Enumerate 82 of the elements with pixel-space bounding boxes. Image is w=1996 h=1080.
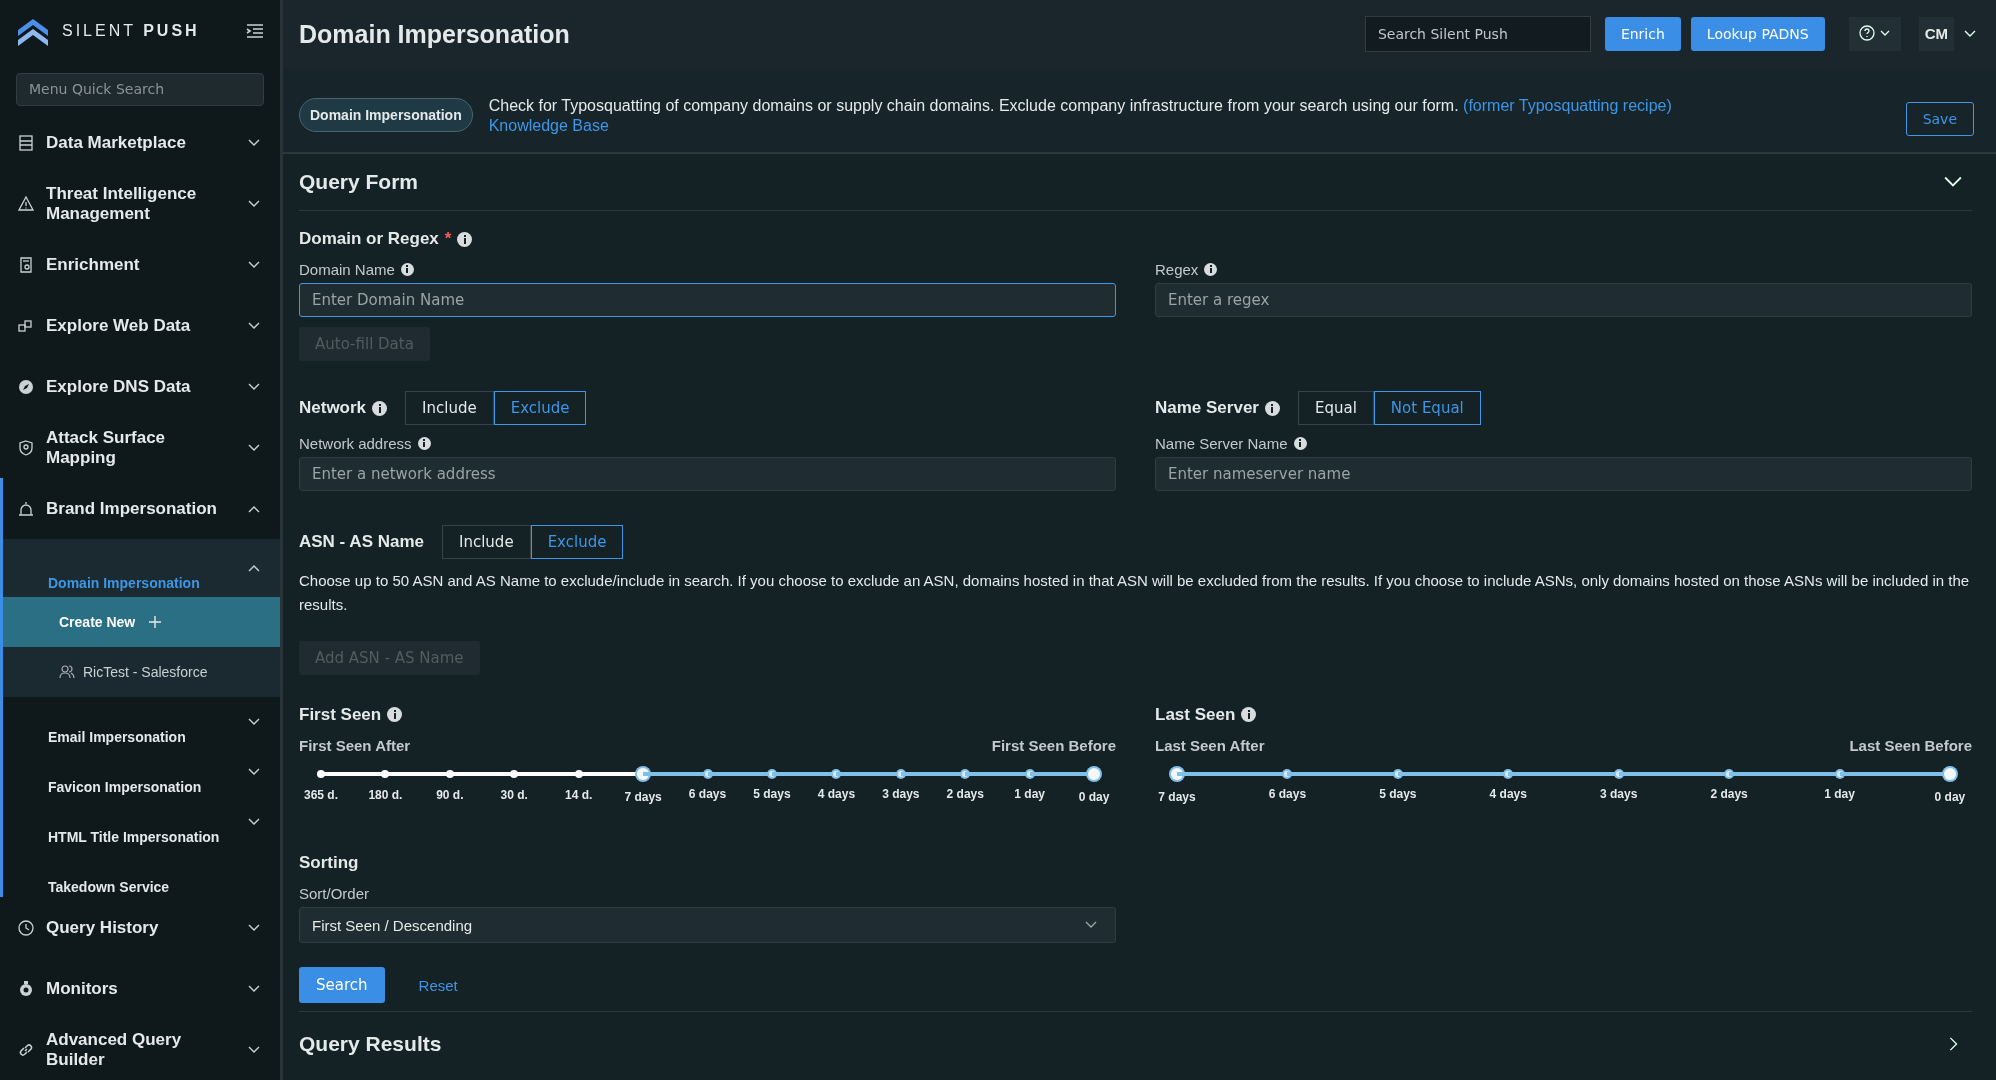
- sidebar-subitem[interactable]: Favicon Impersonation: [3, 747, 280, 797]
- field-label: Network address: [299, 435, 412, 452]
- asn-description: Choose up to 50 ASN and AS Name to exclude/include in search. If you choose to exclude an ASN, domains hosted in that ASN will be excluded from the results. If you choose to include ASNs, only domains hosted on those ASNs will be included in the results.: [299, 571, 1971, 615]
- recipe-link[interactable]: (former Typosquatting recipe): [1463, 97, 1672, 114]
- field-group-label: Last Seen: [1155, 705, 1236, 724]
- toggle-option[interactable]: Include: [442, 525, 531, 559]
- tick-label: 7 days: [624, 789, 662, 806]
- toggle-option[interactable]: Include: [405, 391, 494, 425]
- tick-label: 7 days: [1158, 789, 1196, 806]
- page-description: Check for Typosquatting of company domains or supply chain domains. Exclude company infrastructure from your search using our form. (former Typosquatting recipe) Knowledge Base: [488, 96, 1673, 136]
- tick-label: 0 day: [1934, 789, 1966, 806]
- sidebar-item[interactable]: Attack Surface Mapping: [0, 417, 280, 478]
- text-field[interactable]: Enter a network address: [299, 457, 1116, 491]
- knowledge-base-link[interactable]: Knowledge Base: [488, 117, 609, 134]
- sidebar-item[interactable]: Explore Web Data: [0, 295, 280, 356]
- field-group-label: First Seen: [299, 705, 382, 724]
- slider-end-label: First Seen After: [299, 736, 411, 755]
- tick-label: 5 days: [1379, 786, 1417, 803]
- brand-name: SILENT PUSH: [62, 22, 201, 41]
- tick-label: 2 days: [946, 786, 984, 803]
- page-title: Domain Impersonation: [299, 19, 571, 49]
- sidebar-item[interactable]: Brand Impersonation: [3, 478, 280, 539]
- reset-link[interactable]: Reset: [418, 976, 458, 994]
- sidebar-subitem[interactable]: Takedown Service: [3, 847, 280, 897]
- toggle-option[interactable]: Exclude: [493, 391, 587, 425]
- save-button[interactable]: Save: [1905, 102, 1974, 136]
- sidebar-subitem[interactable]: Domain Impersonation: [3, 539, 280, 597]
- field-label: Regex: [1155, 261, 1199, 278]
- section-subtitle: Sorting: [299, 853, 359, 873]
- field-label: Domain Name: [299, 261, 395, 278]
- tick-label: 3 days: [1600, 786, 1638, 803]
- field-group-label: ASN - AS Name: [299, 532, 424, 552]
- sidebar-item[interactable]: Monitors: [0, 958, 280, 1019]
- sidebar-item[interactable]: Data Marketplace: [0, 112, 280, 173]
- sidebar-item[interactable]: Query History: [0, 897, 280, 958]
- menu-search-field[interactable]: Menu Quick Search: [16, 72, 264, 106]
- tick-label: 5 days: [753, 786, 791, 803]
- section-title: Query Form: [299, 170, 419, 194]
- field-group-label: Network: [299, 398, 367, 418]
- sidebar-subitem[interactable]: Email Impersonation: [3, 697, 280, 747]
- tick-label: 1 day: [1824, 786, 1855, 803]
- tick-label: 90 d.: [436, 787, 464, 804]
- tick-label: 6 days: [688, 786, 727, 803]
- tick-label: 14 d.: [565, 787, 593, 804]
- tick-label: 365 d.: [304, 787, 338, 804]
- sidebar-leaf-item[interactable]: RicTest - Salesforce: [3, 647, 280, 697]
- domain-name-field[interactable]: Enter Domain Name: [299, 283, 1116, 317]
- regex-field[interactable]: Enter a regex: [1155, 283, 1972, 317]
- sidebar-item[interactable]: Explore DNS Data: [0, 356, 280, 417]
- text-field[interactable]: Enter nameserver name: [1155, 457, 1972, 491]
- sidebar-item[interactable]: Advanced Query Builder: [0, 1019, 280, 1080]
- tick-label: 4 days: [1489, 786, 1527, 803]
- section-title: Query Results: [299, 1032, 442, 1056]
- sidebar-item[interactable]: Enrichment: [0, 234, 280, 295]
- slider-end-label: First Seen Before: [991, 736, 1116, 755]
- toggle-option[interactable]: Equal: [1297, 391, 1374, 425]
- sidebar-item[interactable]: Threat Intelligence Management: [0, 173, 280, 234]
- slider-end-label: Last Seen After: [1155, 736, 1265, 755]
- tick-label: 1 day: [1014, 786, 1045, 803]
- tick-label: 30 d.: [500, 787, 528, 804]
- required-mark: *: [444, 229, 452, 249]
- range-slider[interactable]: 365 d. 180 d. 90 d. 30 d. 14 d. 7 days 6 days 5 days 4 days 3 days 2 days 1 day 0 day: [299, 767, 1116, 807]
- field-group-label: Name Server: [1155, 398, 1259, 418]
- tick-label: 4 days: [817, 786, 856, 803]
- range-slider[interactable]: 7 days 6 days 5 days 4 days 3 days 2 days 1 day 0 day: [1155, 767, 1972, 807]
- toggle-option[interactable]: Exclude: [530, 525, 624, 559]
- user-avatar[interactable]: CM: [1918, 17, 1954, 51]
- tick-label: 6 days: [1268, 786, 1307, 803]
- slider-end-label: Last Seen Before: [1849, 736, 1972, 755]
- tick-label: 180 d.: [368, 787, 403, 804]
- tick-label: 3 days: [882, 786, 920, 803]
- global-search-field[interactable]: Search Silent Push: [1364, 16, 1591, 52]
- field-label: Sort/Order: [299, 885, 370, 902]
- sidebar-subitem[interactable]: HTML Title Impersonation: [3, 797, 280, 847]
- tick-label: 2 days: [1710, 786, 1748, 803]
- field-group-label: Domain or Regex: [299, 229, 439, 249]
- tick-label: 0 day: [1078, 789, 1110, 806]
- toggle-option[interactable]: Not Equal: [1373, 391, 1481, 425]
- field-label: Name Server Name: [1155, 435, 1288, 452]
- sort-order-select[interactable]: First Seen / Descending: [299, 907, 1116, 943]
- page-tag: Domain Impersonation: [299, 98, 473, 132]
- sidebar-leaf-item[interactable]: Create New: [3, 597, 280, 647]
